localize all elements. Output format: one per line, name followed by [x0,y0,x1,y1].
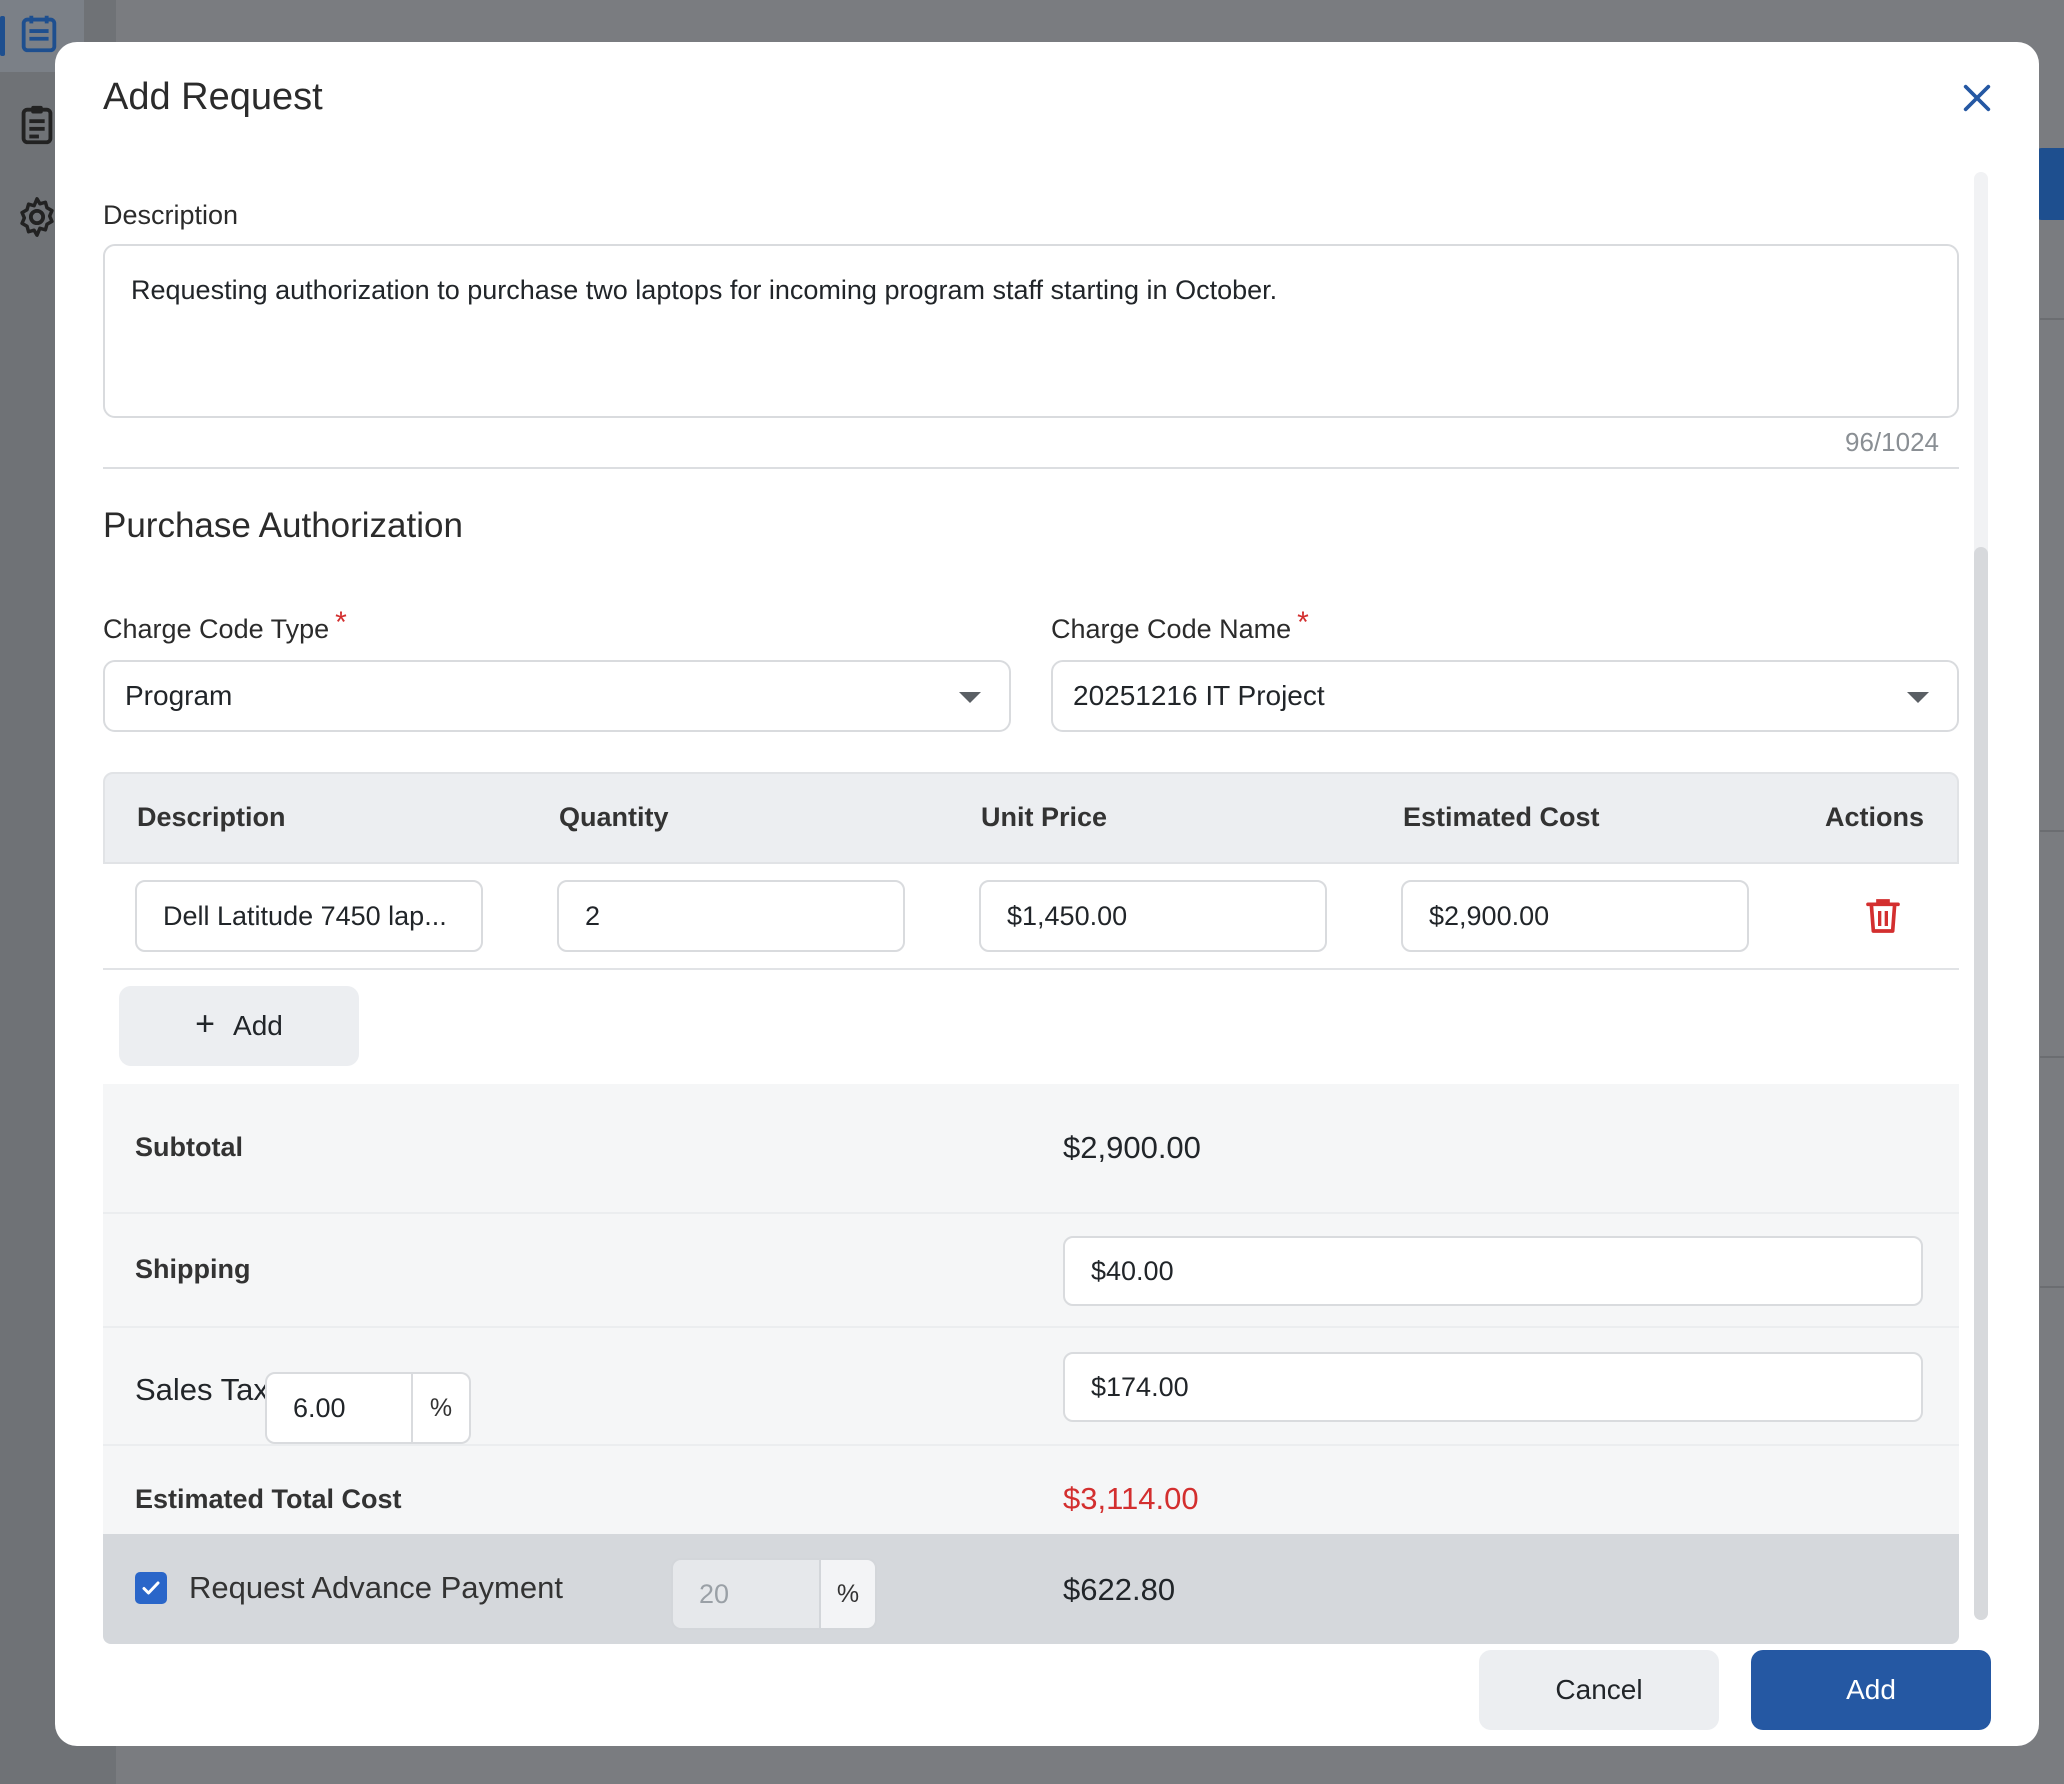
table-row: Dell Latitude 7450 lap... 2 $1,450.00 $2… [103,864,1959,970]
plus-icon: + [195,1004,216,1043]
description-label: Description [103,200,239,230]
advance-payment-checkbox[interactable] [135,1572,167,1604]
required-indicator: * [335,606,347,639]
charge-code-type-label-text: Charge Code Type [103,614,330,644]
add-line-item-button[interactable]: + Add [119,986,359,1066]
cost-summary: Subtotal $2,900.00 Shipping $40.00 Sales… [103,1084,1959,1534]
background-divider [2040,318,2064,320]
charge-code-name-value: 20251216 IT Project [1073,680,1325,711]
column-header-estimated-cost: Estimated Cost [1403,802,1600,832]
item-description-input[interactable]: Dell Latitude 7450 lap... [135,880,483,952]
advance-payment-label[interactable]: Request Advance Payment [189,1570,563,1606]
column-header-quantity: Quantity [559,802,669,832]
table-header: Description Quantity Unit Price Estimate… [103,772,1959,864]
check-icon [142,1581,160,1595]
required-indicator: * [1297,606,1309,639]
advance-payment-value: $622.80 [1063,1572,1176,1607]
charge-code-name-select[interactable]: 20251216 IT Project [1051,660,1959,732]
scrollbar-thumb[interactable] [1974,547,1988,1620]
line-items-table: Description Quantity Unit Price Estimate… [103,772,1959,970]
column-header-actions: Actions [1825,802,1925,832]
purchase-authorization-heading: Purchase Authorization [103,506,463,545]
description-textarea[interactable]: Requesting authorization to purchase two… [103,244,1959,418]
active-indicator [0,16,5,56]
charge-code-type-value: Program [125,680,233,711]
background-divider [2040,1286,2064,1288]
sales-tax-rate-input[interactable]: 6.00 [265,1372,413,1444]
add-request-button[interactable]: Add [1751,1650,1991,1730]
close-icon [1963,84,1991,112]
shipping-row: Shipping $40.00 [103,1214,1959,1328]
advance-payment-row: Request Advance Payment 20 % $622.80 [103,1534,1959,1644]
charge-code-name-label-text: Charge Code Name [1051,614,1292,644]
sales-tax-amount-input[interactable]: $174.00 [1063,1352,1923,1422]
advance-rate-input[interactable]: 20 [671,1558,821,1630]
subtotal-row: Subtotal $2,900.00 [103,1084,1959,1214]
estimated-total-row: Estimated Total Cost $3,114.00 [103,1446,1959,1534]
sales-tax-label: Sales Tax [135,1372,269,1407]
estimated-total-value: $3,114.00 [1063,1481,1199,1516]
add-request-dialog: Add Request Description Requesting autho… [55,42,2039,1746]
item-unit-price-input[interactable]: $1,450.00 [979,880,1327,952]
chevron-down-icon [959,692,981,703]
shipping-input[interactable]: $40.00 [1063,1236,1923,1306]
percent-addon: % [413,1372,471,1444]
column-header-unit-price: Unit Price [981,802,1108,832]
dialog-title: Add Request [103,76,323,118]
shipping-label: Shipping [135,1254,251,1284]
subtotal-label: Subtotal [135,1132,243,1162]
charge-code-type-label: Charge Code Type * [103,606,347,646]
estimated-total-label: Estimated Total Cost [135,1484,402,1514]
background-divider [2040,1056,2064,1058]
item-quantity-input[interactable]: 2 [557,880,905,952]
chevron-down-icon [1907,692,1929,703]
gear-icon[interactable] [14,194,60,240]
column-header-description: Description [137,802,286,832]
clipboard-icon[interactable] [14,102,60,148]
charge-code-name-label: Charge Code Name * [1051,606,1309,646]
cancel-button[interactable]: Cancel [1479,1650,1719,1730]
advance-rate-group: 20 % [671,1558,877,1630]
add-line-item-label: Add [233,1010,283,1041]
subtotal-value: $2,900.00 [1063,1130,1201,1165]
calendar-icon [21,15,57,53]
trash-icon[interactable] [1863,896,1903,936]
percent-addon: % [821,1558,877,1630]
sales-tax-rate-group: 6.00 % [265,1372,471,1444]
section-divider [103,467,1959,469]
background-divider [2040,830,2064,832]
character-counter: 96/1024 [1845,427,1939,457]
item-estimated-cost-input[interactable]: $2,900.00 [1401,880,1749,952]
charge-code-type-select[interactable]: Program [103,660,1011,732]
close-button[interactable] [1951,72,2003,124]
